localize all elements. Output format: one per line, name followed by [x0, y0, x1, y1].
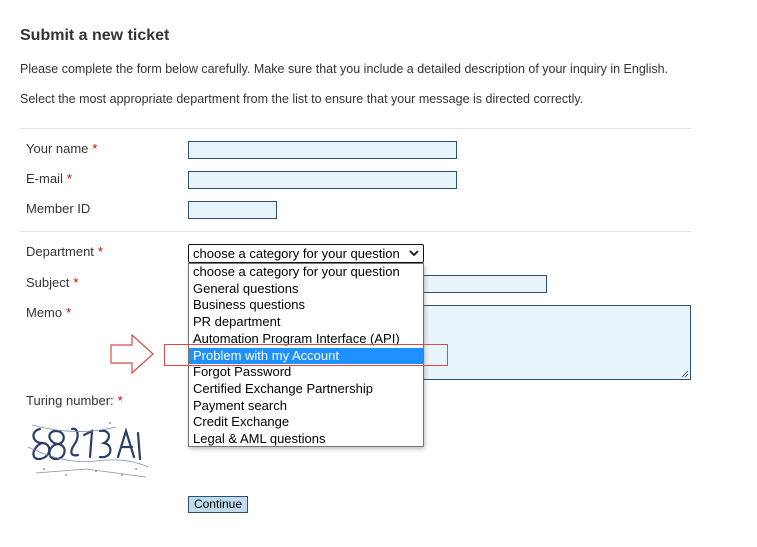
department-label: Department *: [26, 244, 103, 259]
name-label: Your name *: [26, 141, 98, 156]
member-id-label: Member ID: [26, 201, 91, 216]
intro-text-2: Select the most appropriate department f…: [20, 92, 584, 106]
department-option[interactable]: General questions: [189, 281, 423, 298]
department-option[interactable]: Business questions: [189, 297, 423, 314]
resize-handle-icon[interactable]: [681, 370, 689, 378]
continue-button[interactable]: Continue: [188, 496, 248, 513]
divider-top: [20, 128, 691, 129]
department-option[interactable]: Legal & AML questions: [189, 431, 423, 448]
department-option[interactable]: Certified Exchange Partnership: [189, 381, 423, 398]
required-mark: *: [66, 305, 72, 320]
annotation-highlight-box: [164, 344, 448, 366]
required-mark: *: [66, 171, 72, 186]
intro-text-1: Please complete the form below carefully…: [20, 62, 669, 76]
required-mark: *: [117, 393, 123, 408]
divider-middle: [20, 231, 691, 232]
department-option[interactable]: Forgot Password: [189, 364, 423, 381]
chevron-down-icon: [409, 250, 419, 257]
department-option[interactable]: Payment search: [189, 398, 423, 415]
name-input[interactable]: [188, 141, 457, 159]
department-option[interactable]: Credit Exchange: [189, 414, 423, 431]
page-title: Submit a new ticket: [20, 27, 170, 44]
turing-label: Turing number: *: [26, 393, 123, 408]
department-option[interactable]: choose a category for your question: [189, 264, 423, 281]
department-select-value: choose a category for your question: [193, 246, 400, 261]
subject-label: Subject *: [26, 275, 79, 290]
email-input[interactable]: [188, 171, 457, 189]
member-id-input[interactable]: [188, 201, 277, 219]
email-label: E-mail *: [26, 171, 72, 186]
required-mark: *: [73, 275, 79, 290]
required-mark: *: [92, 141, 98, 156]
arrow-right-icon: [110, 333, 154, 375]
required-mark: *: [97, 244, 103, 259]
department-select[interactable]: choose a category for your question: [188, 244, 424, 263]
captcha-image: [27, 422, 149, 478]
memo-label: Memo *: [26, 305, 72, 320]
department-option[interactable]: PR department: [189, 314, 423, 331]
